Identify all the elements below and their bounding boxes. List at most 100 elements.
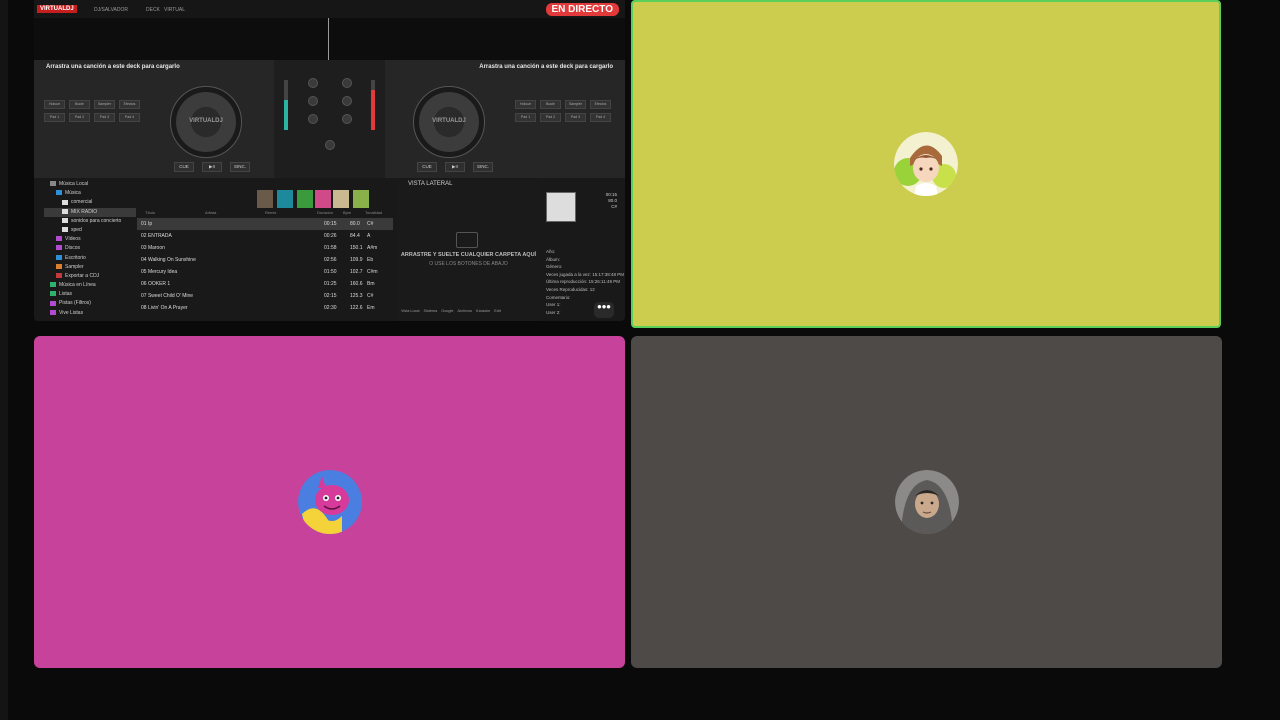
track-row[interactable]: 05 Mercury Idea 01:50 102.7 C#m — [137, 266, 393, 278]
track-bpm: 102.7 — [350, 269, 363, 275]
waveform-timeline[interactable] — [34, 18, 625, 60]
participant-tile-active[interactable] — [631, 0, 1221, 328]
cue-button[interactable]: CUE — [417, 162, 437, 172]
user-label[interactable]: DJ/SALVADOR — [94, 7, 128, 13]
track-bpm: 160.6 — [350, 281, 363, 287]
tree-item-concert-sounds[interactable]: sonidos para concierto — [44, 217, 136, 226]
tree-item-label: Escritorio — [65, 254, 86, 261]
track-key: C# — [367, 221, 374, 227]
info-field: Última reproducción: 15:26:11:49 PM — [546, 279, 620, 285]
pad-button[interactable]: Pad 1 — [515, 113, 536, 122]
sync-button[interactable]: SINC. — [473, 162, 493, 172]
turntable-left[interactable]: VIRTUALDJ — [170, 86, 242, 158]
eq-knob[interactable] — [342, 78, 352, 88]
volume-fader-left[interactable] — [284, 80, 288, 130]
screen-share-tile[interactable]: VIRTUALDJ DJ/SALVADOR DECK VIRTUAL EN DI… — [34, 0, 625, 321]
pad-button[interactable]: Pad 2 — [69, 113, 90, 122]
track-row[interactable]: 06 OOKER 1 01:25 160.6 Bm — [137, 278, 393, 290]
tree-item-filters[interactable]: Pistas (Filtros) — [44, 299, 136, 308]
tree-item-discs[interactable]: Discos — [44, 244, 136, 253]
tree-item-export-cdj[interactable]: Exportar a CDJ — [44, 272, 136, 281]
col-remix[interactable]: Remix — [265, 210, 276, 215]
deck-left[interactable]: Arrastra una canción a este deck para ca… — [34, 60, 274, 178]
side-tool-button[interactable]: Google — [441, 309, 453, 317]
col-artist[interactable]: Artista — [205, 210, 216, 215]
col-bpm[interactable]: Bpm — [343, 210, 351, 215]
folder-icon — [62, 208, 68, 214]
online-icon — [50, 282, 56, 288]
side-tool-button[interactable]: Sistema — [424, 309, 438, 317]
pad-button[interactable]: Pad 4 — [119, 113, 140, 122]
participant-avatar — [894, 470, 959, 534]
side-tool-button[interactable]: Karaoke — [476, 309, 490, 317]
pad-button[interactable]: Pad 3 — [565, 113, 586, 122]
tree-item-desktop[interactable]: Escritorio — [44, 254, 136, 263]
cover-thumb[interactable] — [333, 190, 349, 208]
play-pause-button[interactable]: ▶II — [445, 162, 465, 172]
tree-item-commercial[interactable]: comercial — [44, 198, 136, 207]
col-duration[interactable]: Duración — [317, 210, 333, 215]
pad-button[interactable]: Efectos — [590, 100, 611, 109]
export-icon — [56, 273, 62, 279]
track-row[interactable]: 08 Livin' On A Prayer 02:30 122.6 Em — [137, 302, 393, 314]
mode-select[interactable]: VIRTUAL — [164, 7, 185, 13]
tree-item-local-music[interactable]: Música Local — [44, 180, 136, 189]
eq-knob[interactable] — [308, 114, 318, 124]
tree-item-lists[interactable]: Listas — [44, 290, 136, 299]
col-title[interactable]: Título — [145, 210, 155, 215]
gain-knob[interactable] — [325, 140, 335, 150]
track-info-panel: 00:15 80.0 C# Año: Álbum: Género: Veces … — [544, 180, 625, 321]
track-bpm: 150.1 — [350, 245, 363, 251]
cover-thumb[interactable] — [297, 190, 313, 208]
pad-button[interactable]: Sampler — [94, 100, 115, 109]
deck-right-pads: Hotcue Bucle Sampler Efectos Pad 1 Pad 2… — [515, 100, 615, 122]
track-row[interactable]: 04 Walking On Sunshine 02:56 109.9 Eb — [137, 254, 393, 266]
pad-button[interactable]: Pad 3 — [94, 113, 115, 122]
cover-thumb[interactable] — [277, 190, 293, 208]
play-pause-button[interactable]: ▶II — [202, 162, 222, 172]
deck-right[interactable]: Arrastra una canción a este deck para ca… — [385, 60, 625, 178]
pad-button[interactable]: Hotcue — [44, 100, 65, 109]
tree-item-online-music[interactable]: Música en Línea — [44, 281, 136, 290]
cover-thumb[interactable] — [353, 190, 369, 208]
pad-button[interactable]: Pad 2 — [540, 113, 561, 122]
track-row[interactable]: 01 Ip 00:15 80.0 C# — [137, 218, 393, 230]
pad-button[interactable]: Pad 1 — [44, 113, 65, 122]
pad-button[interactable]: Sampler — [565, 100, 586, 109]
tree-item-sped[interactable]: sped — [44, 226, 136, 235]
volume-fader-right[interactable] — [371, 80, 375, 130]
side-tool-button[interactable]: Vista Local — [401, 309, 420, 317]
participant-tile[interactable] — [631, 336, 1222, 668]
eq-knob[interactable] — [342, 114, 352, 124]
side-tool-button[interactable]: Archivos — [457, 309, 472, 317]
eq-knob[interactable] — [308, 96, 318, 106]
col-key[interactable]: Tonalidad — [365, 210, 382, 215]
eq-knob[interactable] — [308, 78, 318, 88]
eq-knob[interactable] — [342, 96, 352, 106]
pad-button[interactable]: Bucle — [540, 100, 561, 109]
app-topbar: VIRTUALDJ DJ/SALVADOR DECK VIRTUAL EN DI… — [34, 0, 625, 19]
participant-tile[interactable] — [34, 336, 625, 668]
pad-button[interactable]: Efectos — [119, 100, 140, 109]
folder-icon — [50, 181, 56, 187]
tree-item-mix-radio[interactable]: MIX RADIO — [44, 207, 136, 217]
turntable-right[interactable]: VIRTUALDJ — [413, 86, 485, 158]
track-row[interactable]: 02 ENTRADA 00:26 84.4 A — [137, 230, 393, 242]
pad-button[interactable]: Hotcue — [515, 100, 536, 109]
side-tool-button[interactable]: Edit — [494, 309, 501, 317]
pad-button[interactable]: Bucle — [69, 100, 90, 109]
tree-item-sampler[interactable]: Sampler — [44, 263, 136, 272]
tree-item-music[interactable]: Música — [44, 189, 136, 198]
sync-button[interactable]: SINC. — [230, 162, 250, 172]
cover-thumb[interactable] — [257, 190, 273, 208]
more-options-button[interactable]: ••• — [594, 300, 614, 318]
cover-thumb[interactable] — [315, 190, 331, 208]
track-row[interactable]: 07 Sweet Child O' Mine 02:15 125.3 C# — [137, 290, 393, 302]
tree-item-live-lists[interactable]: Vive Listas — [44, 309, 136, 318]
track-row[interactable]: 03 Maroon 01:58 150.1 A#m — [137, 242, 393, 254]
pad-button[interactable]: Pad 4 — [590, 113, 611, 122]
cue-button[interactable]: CUE — [174, 162, 194, 172]
folder-tree: Música Local Música comercial MIX RADIO … — [44, 180, 136, 321]
filter-icon — [50, 300, 56, 306]
tree-item-videos[interactable]: Vídeos — [44, 235, 136, 244]
